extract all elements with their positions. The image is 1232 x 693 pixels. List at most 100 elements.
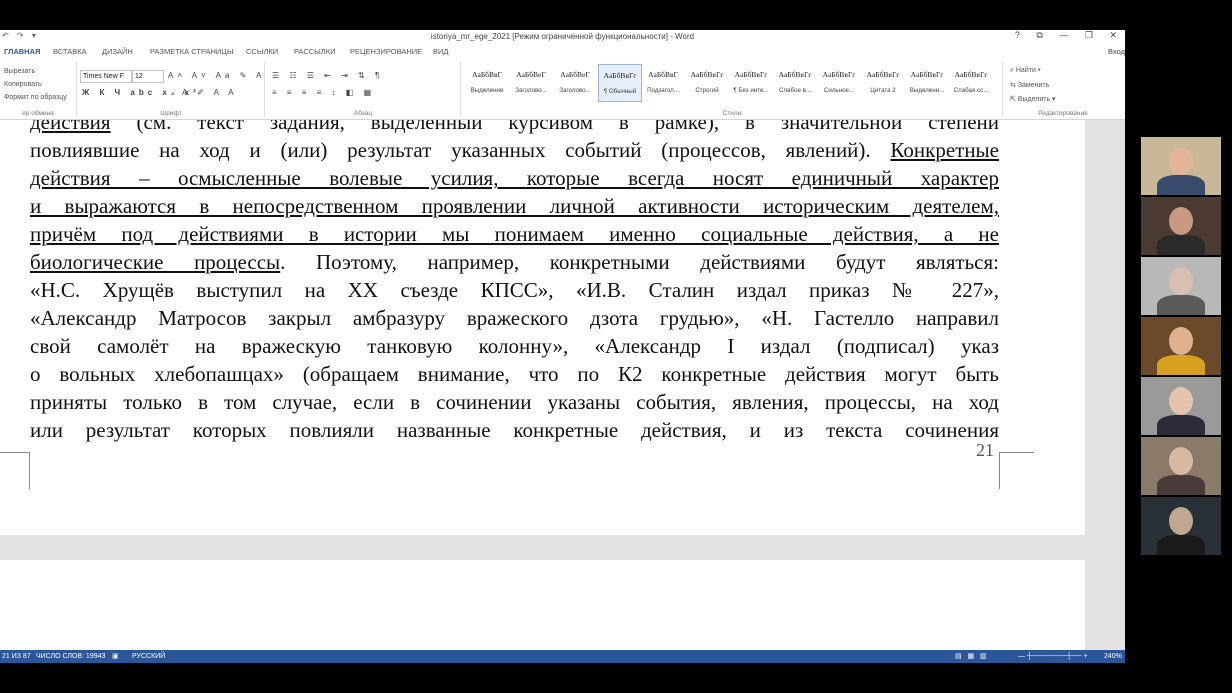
style-sample: АаБбВвГг	[866, 70, 900, 79]
format-painter-button[interactable]: Формат по образцу	[4, 94, 67, 101]
participant-body	[1157, 175, 1205, 195]
style-name: Строгий	[695, 87, 719, 94]
style-item[interactable]: АаБбВвГг ¶ Обычный	[598, 64, 642, 102]
style-name: Заголово...	[559, 87, 591, 94]
language[interactable]: РУССКИЙ	[132, 650, 165, 663]
participant-body	[1157, 295, 1205, 315]
paragraph-group-label: Абзац	[353, 110, 373, 117]
style-name: Сильное...	[823, 87, 855, 94]
ribbon-options-button[interactable]: ⧉	[1036, 30, 1042, 40]
style-name: Слабая сс...	[953, 87, 989, 94]
participant-video[interactable]	[1141, 257, 1221, 315]
ribbon: Вырезать Копировать Формат по образцу ер…	[0, 60, 1125, 120]
participant-video[interactable]	[1141, 197, 1221, 255]
crop-mark-left	[0, 452, 30, 489]
signin-link[interactable]: Вход	[1108, 47, 1125, 56]
styles-group-label: Стили	[722, 110, 742, 117]
tab-references[interactable]: ССЫЛКИ	[246, 47, 278, 56]
underlined-text: биологические процессы	[30, 250, 281, 274]
text-line[interactable]: или результат которых повлияли названные…	[30, 416, 999, 444]
next-page[interactable]	[0, 560, 1085, 650]
styles-group: АаБбВвГ Выделение АаБбВеГ Заголово... АаБбВе…	[462, 62, 1003, 117]
find-button[interactable]: ⌕ Найти ▾	[1010, 67, 1041, 75]
paragraph-group: ☰ ☷ ☰ ⇤ ⇥ ⇅ ¶ ≡ ≡ ≡ ≡ ↕ ◧ ▦ Абзац	[266, 62, 461, 117]
text-line[interactable]: и выражаются в непосредственном проявлен…	[30, 192, 999, 220]
style-item[interactable]: АаБбВвГ Выделение	[466, 64, 508, 100]
participant-body	[1157, 415, 1205, 435]
copy-button[interactable]: Копировать	[4, 81, 42, 88]
participant-video[interactable]	[1141, 317, 1221, 375]
style-item[interactable]: АаБбВеГ Заголово...	[554, 64, 596, 100]
style-name: Выделенн...	[909, 87, 945, 94]
style-item[interactable]: АаБбВвГг Выделенн...	[906, 64, 948, 100]
text-line[interactable]: действия – осмысленные волевые усилия, к…	[30, 164, 999, 192]
zoom-level[interactable]: 240%	[1104, 650, 1122, 663]
underlined-text: действия	[30, 120, 111, 134]
style-item[interactable]: АаБбВвГг ¶ Без инте...	[730, 64, 772, 100]
participant-video[interactable]	[1141, 377, 1221, 435]
proofing-icon[interactable]: ▣	[112, 650, 119, 663]
participant-video[interactable]	[1141, 137, 1221, 195]
view-buttons[interactable]: ▤ ▦ ▥	[955, 650, 987, 663]
document-page[interactable]: действия (см. текст задания, выделенный …	[0, 120, 1085, 535]
align-buttons[interactable]: ≡ ≡ ≡ ≡ ↕ ◧ ▦	[272, 88, 375, 97]
document-area[interactable]: действия (см. текст задания, выделенный …	[0, 120, 1125, 650]
tab-insert[interactable]: ВСТАВКА	[53, 47, 87, 56]
style-item[interactable]: АаБбВвГг Цитата 2	[862, 64, 904, 100]
style-item[interactable]: АаБбВвГ Подзагол...	[642, 64, 684, 100]
style-item[interactable]: АаБбВвГг Слабая сс...	[950, 64, 992, 100]
page-count[interactable]: 21 ИЗ 87	[2, 650, 31, 663]
word-count[interactable]: ЧИСЛО СЛОВ: 19943	[36, 650, 105, 663]
tab-layout[interactable]: РАЗМЕТКА СТРАНИЦЫ	[150, 47, 233, 56]
tab-view[interactable]: ВИД	[433, 47, 448, 56]
underlined-text: Конкретные	[890, 138, 999, 162]
font-group-label: Шрифт	[160, 110, 182, 117]
style-item[interactable]: АаБбВеГ Заголово...	[510, 64, 552, 100]
zoom-slider[interactable]: — ┼───────┼── +	[1018, 650, 1098, 663]
participant-face	[1169, 507, 1193, 535]
text-line[interactable]: свой самолёт на вражескую танковую колон…	[30, 332, 999, 360]
text-line[interactable]: «Александр Матросов закрыл амбразуру вра…	[30, 304, 999, 332]
font-name-box[interactable]: Times New F	[80, 70, 132, 83]
cut-button[interactable]: Вырезать	[4, 68, 35, 75]
text-line[interactable]: приняты только в том случае, если в сочи…	[30, 388, 999, 416]
style-item[interactable]: АаБбВвГг Строгий	[686, 64, 728, 100]
list-buttons[interactable]: ☰ ☷ ☰ ⇤ ⇥ ⇅ ¶	[272, 71, 383, 80]
tab-design[interactable]: ДИЗАЙН	[102, 47, 133, 56]
tab-mailings[interactable]: РАССЫЛКИ	[294, 47, 336, 56]
tab-home[interactable]: ГЛАВНАЯ	[4, 47, 40, 56]
text-line[interactable]: причём под действиями в истории мы поним…	[30, 220, 999, 248]
minimize-button[interactable]: —	[1059, 30, 1068, 40]
tab-review[interactable]: РЕЦЕНЗИРОВАНИЕ	[350, 47, 422, 56]
help-button[interactable]: ?	[1015, 30, 1020, 40]
participant-face	[1169, 207, 1193, 235]
style-sample: АаБбВеГ	[516, 70, 546, 79]
select-button[interactable]: ⇱ Выделить ▾	[1010, 95, 1056, 103]
font-color-buttons[interactable]: A ✐ A A	[182, 88, 238, 97]
participant-face	[1169, 387, 1193, 415]
close-button[interactable]: ✕	[1109, 30, 1117, 40]
crop-mark-right	[999, 452, 1034, 489]
font-group: Times New F 12 A˄ A˅ Aa ✎ A Ж К Ч abc x₂…	[78, 62, 265, 117]
style-name: Цитата 2	[870, 87, 896, 94]
style-name: Подзагол...	[647, 87, 679, 94]
text-line[interactable]: биологические процессы. Поэтому, наприме…	[30, 248, 999, 276]
font-size-buttons[interactable]: A˄ A˅ Aa ✎ A	[168, 71, 265, 80]
text-run: о вольных хлебопашцах» (обращаем внимани…	[30, 362, 999, 386]
style-item[interactable]: АаБбВвГг Слабое в...	[774, 64, 816, 100]
restore-button[interactable]: ❐	[1085, 30, 1093, 40]
underlined-text: действия – осмысленные волевые усилия, к…	[30, 166, 999, 190]
editing-group: ⌕ Найти ▾ ⇆ Заменить ⇱ Выделить ▾ Редакт…	[1004, 62, 1122, 117]
text-line[interactable]: повлиявшие на ход и (или) результат указ…	[30, 136, 999, 164]
replace-button[interactable]: ⇆ Заменить	[1010, 81, 1049, 89]
participant-video[interactable]	[1141, 497, 1221, 555]
status-bar: 21 ИЗ 87 ЧИСЛО СЛОВ: 19943 ▣ РУССКИЙ ▤ ▦…	[0, 650, 1125, 663]
text-line[interactable]: действия (см. текст задания, выделенный …	[30, 120, 999, 136]
text-line[interactable]: «Н.С. Хрущёв выступил на XX съезде КПСС»…	[30, 276, 999, 304]
participant-video[interactable]	[1141, 437, 1221, 495]
text-line[interactable]: о вольных хлебопашцах» (обращаем внимани…	[30, 360, 999, 388]
style-item[interactable]: АаБбВвГг Сильное...	[818, 64, 860, 100]
page-number: 21	[976, 440, 994, 460]
font-size-box[interactable]: 12	[132, 70, 164, 83]
editing-group-label: Редактирование	[1038, 110, 1088, 117]
